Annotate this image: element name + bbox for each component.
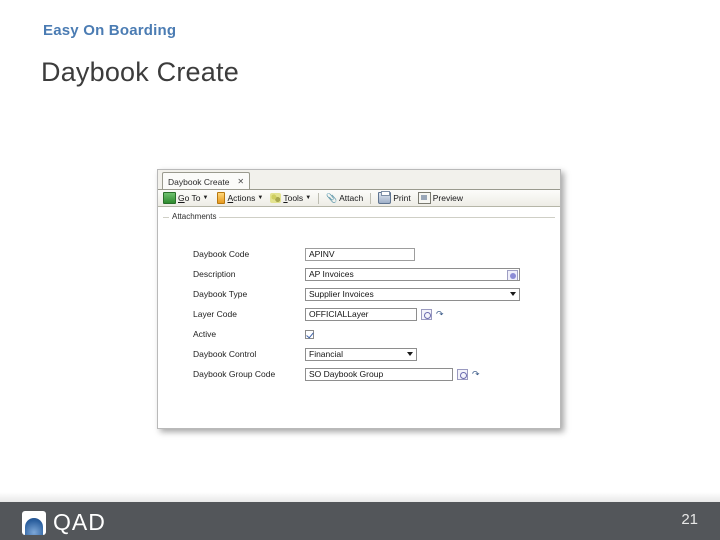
attachments-label: Attachments: [169, 212, 220, 221]
daybook-control-value: Financial: [309, 348, 344, 359]
chevron-down-icon[interactable]: [510, 292, 516, 296]
chevron-down-icon[interactable]: [407, 352, 413, 356]
daybook-type-value: Supplier Invoices: [309, 288, 374, 299]
preview-icon: [417, 192, 431, 204]
toolbar-attach-button[interactable]: 📎 Attach: [324, 193, 365, 203]
slide-footer: QAD 21: [0, 502, 720, 540]
field-row-layer-code: Layer Code OFFICIALLayer ↷: [193, 304, 560, 324]
app-screenshot: Daybook Create ✕ Go To ▼ Actions ▼ Tools…: [157, 169, 561, 429]
toolbar-attach-label: Attach: [339, 193, 364, 203]
app-toolbar: Go To ▼ Actions ▼ Tools ▼ 📎 Attach Print…: [158, 190, 560, 207]
goto-icon: [163, 192, 176, 204]
search-icon[interactable]: [457, 368, 468, 380]
paperclip-icon: 📎: [326, 193, 338, 203]
daybook-type-select[interactable]: Supplier Invoices: [305, 287, 520, 301]
description-input[interactable]: AP Invoices: [305, 267, 520, 281]
tools-icon: [270, 193, 282, 203]
toolbar-actions-button[interactable]: Actions ▼: [214, 192, 266, 204]
close-icon[interactable]: ✕: [237, 178, 244, 186]
link-icon[interactable]: ↷: [472, 369, 480, 379]
translate-icon[interactable]: [507, 269, 518, 280]
chevron-down-icon[interactable]: ▼: [305, 195, 311, 201]
footer-divider: [0, 492, 720, 502]
toolbar-preview-label: Preview: [432, 193, 463, 203]
link-icon[interactable]: ↷: [436, 309, 444, 319]
daybook-type-control: Supplier Invoices: [305, 287, 520, 301]
tab-strip: Daybook Create ✕: [158, 170, 560, 190]
description-control: AP Invoices: [305, 267, 520, 281]
layer-code-input[interactable]: OFFICIALLayer: [305, 307, 417, 321]
group-divider: [163, 217, 555, 218]
toolbar-go-to-button[interactable]: Go To ▼: [161, 192, 211, 204]
toolbar-preview-button[interactable]: Preview: [416, 192, 465, 204]
daybook-type-label: Daybook Type: [193, 289, 248, 299]
active-checkbox[interactable]: [305, 329, 314, 339]
daybook-group-code-input[interactable]: SO Daybook Group: [305, 367, 453, 381]
field-row-daybook-type: Daybook Type Supplier Invoices: [193, 284, 560, 304]
field-row-daybook-group-code: Daybook Group Code SO Daybook Group ↷: [193, 364, 560, 384]
daybook-form: Daybook Code APINV Description AP Invoic…: [158, 244, 560, 384]
qad-logo-icon: [22, 510, 46, 535]
chevron-down-icon[interactable]: ▼: [203, 195, 209, 201]
daybook-group-code-control: SO Daybook Group ↷: [305, 367, 480, 381]
daybook-code-label: Daybook Code: [193, 249, 250, 259]
attachments-group: Attachments: [163, 212, 555, 222]
description-value: AP Invoices: [309, 268, 354, 279]
daybook-control-control: Financial: [305, 347, 417, 361]
toolbar-print-button[interactable]: Print: [376, 191, 412, 204]
toolbar-go-to-label: Go To: [178, 193, 201, 203]
toolbar-separator: [318, 192, 320, 204]
field-row-daybook-control: Daybook Control Financial: [193, 344, 560, 364]
page-number: 21: [681, 511, 698, 528]
description-label: Description: [193, 269, 236, 279]
daybook-group-code-label: Daybook Group Code: [193, 369, 276, 379]
daybook-control-select[interactable]: Financial: [305, 347, 417, 361]
toolbar-tools-label: Tools: [283, 193, 304, 203]
tab-daybook-create[interactable]: Daybook Create ✕: [162, 172, 251, 189]
active-label: Active: [193, 329, 217, 339]
field-row-daybook-code: Daybook Code APINV: [193, 244, 560, 264]
actions-icon: [216, 192, 225, 204]
daybook-code-control: APINV: [305, 247, 415, 261]
daybook-control-label: Daybook Control: [193, 349, 257, 359]
slide-eyebrow: Easy On Boarding: [43, 22, 177, 39]
printer-icon: [378, 191, 392, 204]
toolbar-separator: [370, 192, 372, 204]
daybook-code-input[interactable]: APINV: [305, 247, 415, 261]
field-row-active: Active: [193, 324, 560, 344]
qad-logo: QAD: [22, 509, 106, 536]
chevron-down-icon[interactable]: ▼: [257, 195, 263, 201]
toolbar-actions-label: Actions: [227, 193, 256, 203]
layer-code-control: OFFICIALLayer ↷: [305, 307, 444, 321]
toolbar-print-label: Print: [393, 193, 411, 203]
tab-label: Daybook Create: [168, 177, 230, 187]
layer-code-label: Layer Code: [193, 309, 237, 319]
page-title: Daybook Create: [41, 57, 239, 87]
active-control: [305, 329, 314, 339]
search-icon[interactable]: [421, 308, 432, 320]
qad-logo-text: QAD: [53, 509, 106, 535]
field-row-description: Description AP Invoices: [193, 264, 560, 284]
toolbar-tools-button[interactable]: Tools ▼: [268, 193, 313, 203]
